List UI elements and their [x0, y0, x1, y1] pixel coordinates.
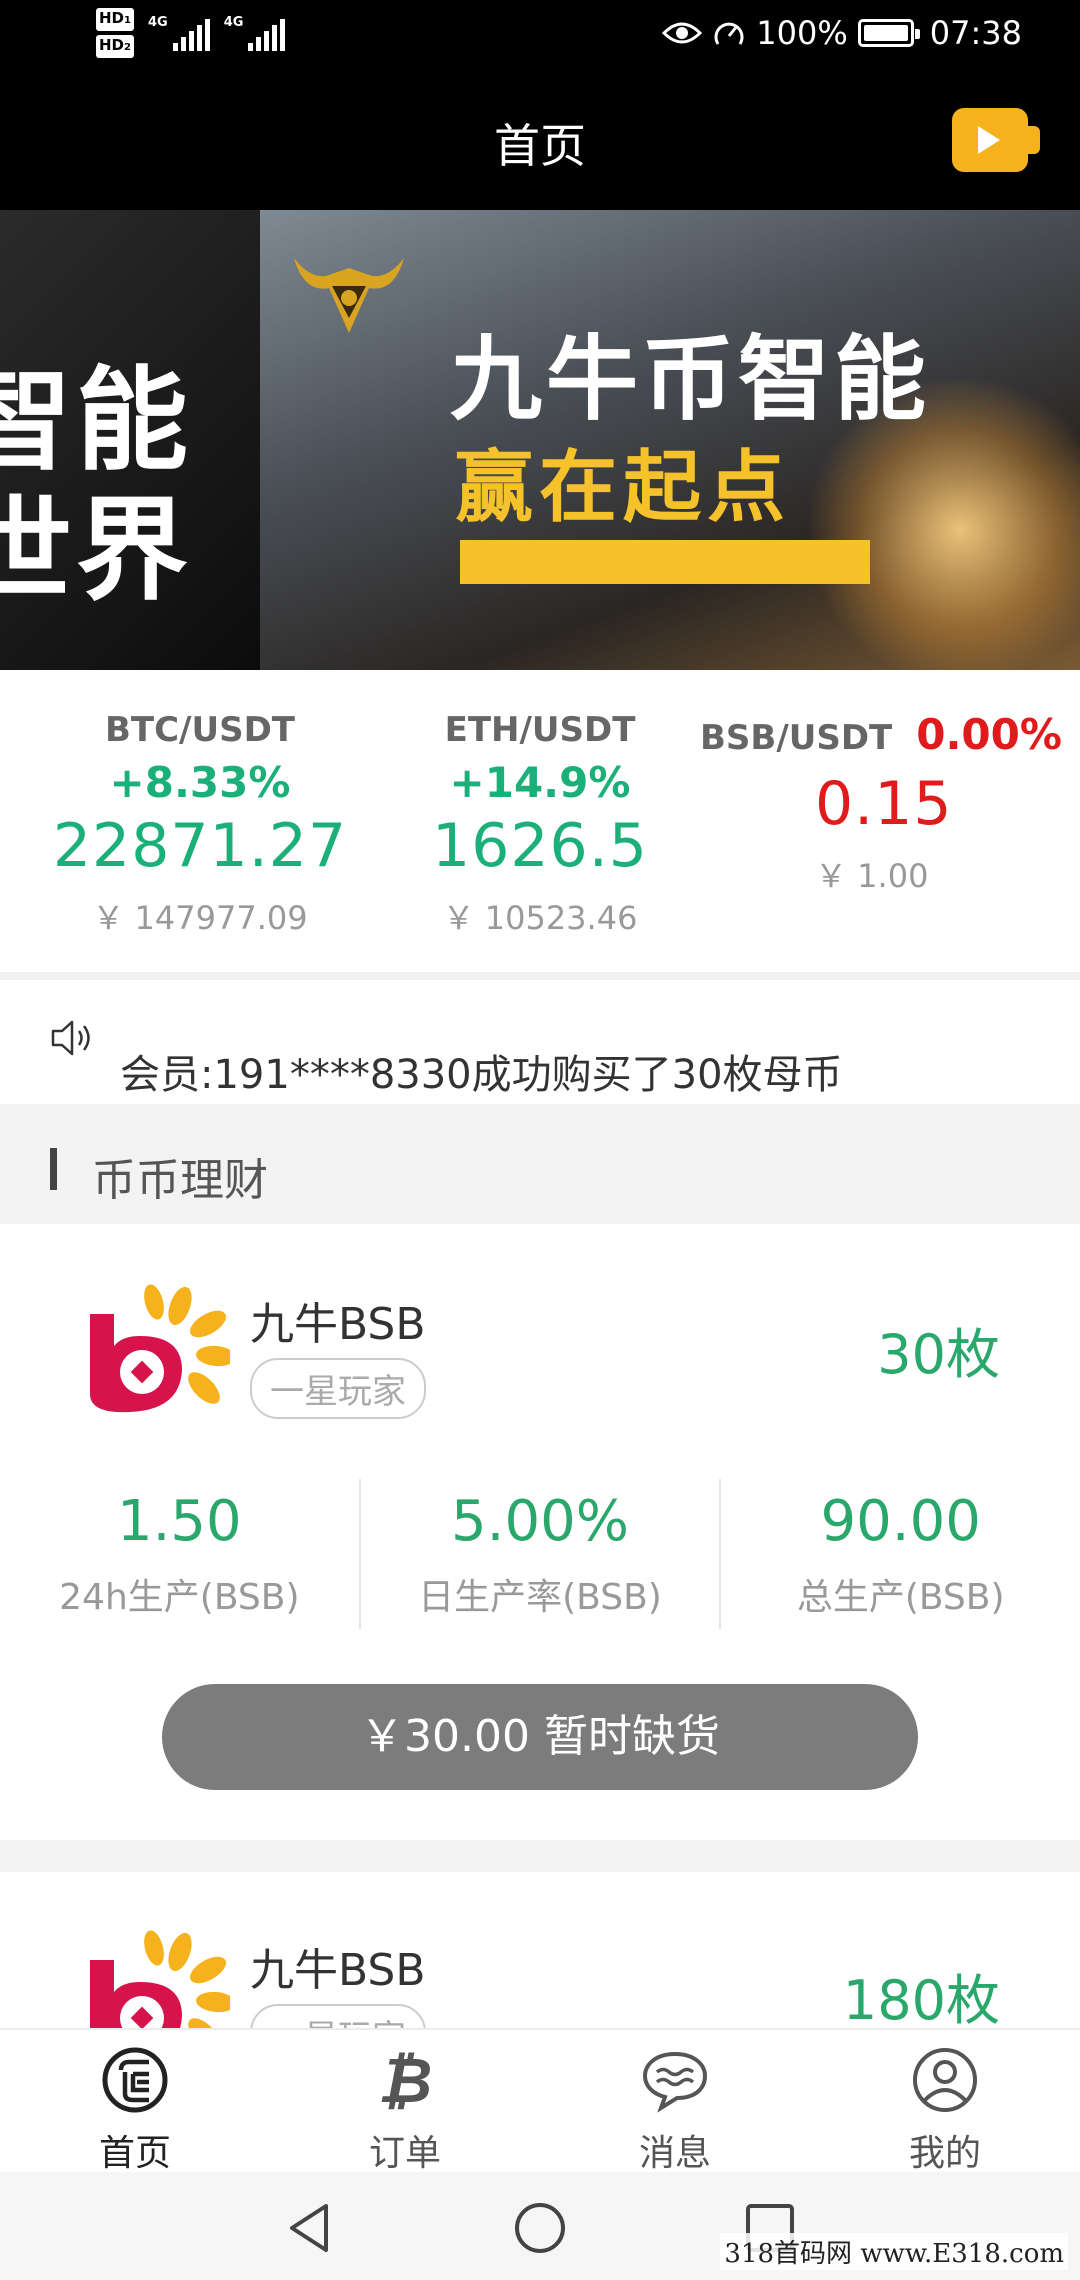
level-badge: 一星玩家	[250, 2004, 426, 2028]
stat-value: 90.00	[820, 1489, 981, 1554]
bitcoin-icon: ₿	[378, 2044, 432, 2116]
speaker-icon	[51, 1020, 90, 1056]
video-camera-button[interactable]	[952, 108, 1040, 172]
ticker-price: 1626.5	[432, 811, 648, 881]
ticker-cny: ￥ 147977.09	[92, 899, 308, 937]
nav-label: 消息	[638, 2133, 711, 2174]
ticker-pair: BSB/USDT	[700, 718, 893, 758]
bsb-logo-icon	[90, 1930, 230, 2028]
home-icon	[102, 2047, 168, 2113]
page-title: 首页	[494, 119, 586, 173]
bsb-logo-icon	[90, 1284, 230, 1413]
bottom-nav: 首页 ₿ 订单 消息 我的	[0, 2028, 1080, 2174]
stat-24h-production: 1.50 24h生产(BSB)	[0, 1479, 359, 1629]
hd1-text: HD	[99, 9, 125, 27]
network-type-1: 4G	[147, 15, 168, 30]
stat-daily-rate: 5.00% 日生产率(BSB)	[358, 1479, 720, 1629]
nav-label: 首页	[98, 2133, 171, 2174]
product-quantity: 30枚	[877, 1323, 1000, 1386]
watermark: 318首码网 www.E318.com	[720, 2233, 1068, 2270]
level-badge: 一星玩家	[250, 1358, 426, 1419]
stat-label: 24h生产(BSB)	[59, 1577, 300, 1618]
hd2-badge: HD2	[96, 35, 134, 58]
network-indicators: HD1 HD2 4G 4G	[96, 8, 286, 58]
status-bar: HD1 HD2 4G 4G 100% 07:38	[0, 0, 1080, 72]
ticker-cny: ￥ 10523.46	[442, 899, 638, 937]
back-icon[interactable]	[282, 2200, 338, 2256]
banner-slide-previous: 智能 世界	[0, 210, 260, 670]
chat-icon	[642, 2051, 708, 2113]
svg-text:₿: ₿	[378, 2044, 432, 2116]
nav-home[interactable]: 首页	[0, 2030, 270, 2174]
announcement-text: 会员:191****8330成功购买了30枚母币	[120, 1052, 843, 1098]
banner-carousel[interactable]: 智能 世界 九牛币智能 赢在起点	[0, 210, 1080, 670]
stat-value: 5.00%	[451, 1489, 629, 1554]
card-separator	[0, 1840, 1080, 1872]
ticker-price: 22871.27	[52, 811, 348, 881]
video-lens	[1026, 126, 1040, 154]
stat-label: 日生产率(BSB)	[418, 1577, 662, 1618]
banner-left-line2: 世界	[0, 486, 192, 616]
hd1-sub: 1	[124, 15, 131, 26]
video-camera-icon	[978, 126, 1000, 154]
ticker-change: +14.9%	[449, 758, 631, 807]
home-circle-icon[interactable]	[512, 2200, 568, 2256]
section-accent-bar	[50, 1148, 57, 1190]
announcement-bar[interactable]: 会员:191****8330成功购买了30枚母币	[0, 980, 1080, 1104]
product-name: 九牛BSB	[250, 1299, 426, 1350]
ticker-pair: BTC/USDT	[105, 710, 295, 750]
app-header: 首页	[0, 72, 1080, 210]
stat-label: 总生产(BSB)	[796, 1577, 1005, 1618]
hd2-text: HD	[99, 36, 125, 54]
nav-label: 订单	[368, 2133, 441, 2174]
ticker-bsb[interactable]: BSB/USDT 0.00% 0.15 ￥ 1.00	[700, 710, 1080, 897]
stat-total-production: 90.00 总生产(BSB)	[719, 1479, 1080, 1629]
clock: 07:38	[929, 14, 1022, 52]
nav-profile[interactable]: 我的	[810, 2030, 1080, 2174]
battery-icon	[857, 19, 920, 47]
speedometer-icon	[714, 22, 744, 45]
battery-percent: 100%	[756, 14, 848, 52]
product-card[interactable]: 九牛BSB 一星玩家 30枚 1.50 24h生产(BSB) 5.00% 日生产…	[0, 1224, 1080, 1840]
hd-indicators: HD1 HD2	[96, 8, 134, 58]
stat-value: 1.50	[116, 1489, 242, 1554]
product-name: 九牛BSB	[250, 1945, 426, 1996]
product-quantity: 180枚	[842, 1969, 1000, 2028]
hd1-badge: HD1	[96, 8, 134, 31]
ticker-price: 0.15	[815, 769, 953, 839]
signal-icon-2: 4G	[224, 15, 286, 51]
ticker-btc[interactable]: BTC/USDT +8.33% 22871.27 ￥ 147977.09	[40, 710, 360, 939]
user-icon	[913, 2048, 977, 2112]
ticker-pair: ETH/USDT	[444, 710, 636, 750]
market-tickers: BTC/USDT +8.33% 22871.27 ￥ 147977.09 ETH…	[0, 670, 1080, 980]
bull-logo-icon	[294, 258, 404, 333]
banner-headline: 九牛币智能	[450, 326, 931, 433]
network-type-2: 4G	[223, 15, 244, 30]
section-title: 币币理财	[92, 1155, 268, 1206]
eye-icon	[662, 22, 703, 44]
ticker-eth[interactable]: ETH/USDT +14.9% 1626.5 ￥ 10523.46	[380, 710, 700, 939]
system-nav-bar: 318首码网 www.E318.com	[0, 2172, 1080, 2280]
signal-icon-1: 4G	[148, 15, 210, 51]
hd2-sub: 2	[124, 42, 131, 53]
product-card[interactable]: 九牛BSB 一星玩家 180枚	[0, 1872, 1080, 2028]
buy-button[interactable]: ￥30.00 暂时缺货	[162, 1684, 918, 1790]
product-stats: 1.50 24h生产(BSB) 5.00% 日生产率(BSB) 90.00 总生…	[0, 1479, 1080, 1629]
banner-slide-current: 九牛币智能 赢在起点	[260, 210, 1080, 670]
nav-messages[interactable]: 消息	[540, 2030, 810, 2174]
nav-orders[interactable]: ₿ 订单	[270, 2030, 540, 2174]
ticker-cny: ￥ 1.00	[815, 857, 929, 895]
section-header: 币币理财	[0, 1104, 1080, 1224]
nav-label: 我的	[908, 2133, 981, 2174]
status-right: 100% 07:38	[662, 14, 1022, 52]
ticker-change: 0.00%	[916, 710, 1062, 759]
ticker-change: +8.33%	[109, 758, 291, 807]
ticker-header: BSB/USDT 0.00%	[700, 710, 1080, 759]
banner-yellow-bar	[460, 540, 870, 584]
banner-subline: 赢在起点	[455, 443, 792, 533]
